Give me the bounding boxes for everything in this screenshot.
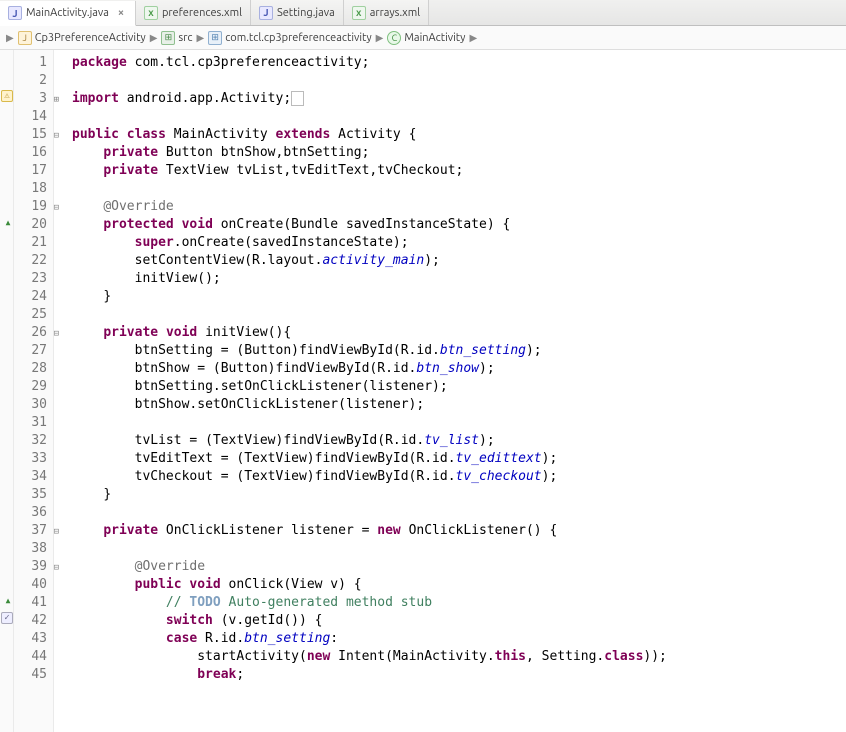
breadcrumb-label: src — [178, 32, 192, 44]
line-number: 28 — [14, 360, 47, 378]
line-number: 44 — [14, 648, 47, 666]
line-number-gutter: 1 2 3 14 15 16 17 18 19 20 21 22 23 24 2… — [14, 50, 54, 732]
line-number: 33 — [14, 450, 47, 468]
line-number: 1 — [14, 54, 47, 72]
override-marker-icon[interactable]: ▲ — [2, 216, 14, 228]
warning-marker-icon[interactable]: ⚠ — [1, 90, 13, 102]
breadcrumb-package[interactable]: ⊞ com.tcl.cp3preferenceactivity — [208, 31, 371, 45]
xml-file-icon: x — [144, 6, 158, 20]
line-number: 34 — [14, 468, 47, 486]
line-number: 32 — [14, 432, 47, 450]
line-number: 17 — [14, 162, 47, 180]
tab-arrays[interactable]: x arrays.xml — [344, 0, 429, 25]
fold-indicator-icon[interactable] — [291, 91, 304, 106]
breadcrumb-src[interactable]: ⊞ src — [161, 31, 192, 45]
chevron-right-icon: ▶ — [196, 32, 204, 44]
java-file-icon: J — [8, 6, 22, 20]
chevron-right-icon: ▶ — [376, 32, 384, 44]
chevron-right-icon: ▶ — [150, 32, 158, 44]
line-number: 36 — [14, 504, 47, 522]
line-number: 35 — [14, 486, 47, 504]
tab-label: arrays.xml — [370, 7, 420, 19]
line-number: 14 — [14, 108, 47, 126]
line-number: 22 — [14, 252, 47, 270]
package-icon: ⊞ — [208, 31, 222, 45]
code-content[interactable]: package com.tcl.cp3preferenceactivity; i… — [54, 50, 846, 732]
tab-preferences[interactable]: x preferences.xml — [136, 0, 251, 25]
line-number[interactable]: 37 — [14, 522, 47, 540]
line-number[interactable]: 39 — [14, 558, 47, 576]
line-number: 21 — [14, 234, 47, 252]
code-editor[interactable]: ⚠ ▲ ▲ ✓ 1 2 3 14 15 16 17 18 19 20 21 22… — [0, 50, 846, 732]
close-icon[interactable]: × — [115, 7, 127, 19]
line-number: 30 — [14, 396, 47, 414]
line-number: 38 — [14, 540, 47, 558]
line-number: 27 — [14, 342, 47, 360]
marker-column: ⚠ ▲ ▲ ✓ — [0, 50, 14, 732]
line-number[interactable]: 19 — [14, 198, 47, 216]
class-icon: C — [387, 31, 401, 45]
chevron-right-icon: ▶ — [6, 32, 14, 44]
line-number[interactable]: 3 — [14, 90, 47, 108]
line-number: 16 — [14, 144, 47, 162]
line-number[interactable]: 26 — [14, 324, 47, 342]
line-number: 45 — [14, 666, 47, 684]
todo-marker-icon[interactable]: ✓ — [1, 612, 13, 624]
tab-mainactivity[interactable]: J MainActivity.java × — [0, 1, 136, 26]
line-number: 23 — [14, 270, 47, 288]
line-number: 40 — [14, 576, 47, 594]
chevron-right-icon: ▶ — [469, 32, 477, 44]
line-number: 18 — [14, 180, 47, 198]
tab-label: MainActivity.java — [26, 7, 109, 19]
breadcrumb-label: Cp3PreferenceActivity — [35, 32, 146, 44]
line-number[interactable]: 15 — [14, 126, 47, 144]
breadcrumb: ▶ J Cp3PreferenceActivity ▶ ⊞ src ▶ ⊞ co… — [0, 26, 846, 50]
tab-label: Setting.java — [277, 7, 335, 19]
tab-setting[interactable]: J Setting.java — [251, 0, 344, 25]
line-number: 41 — [14, 594, 47, 612]
line-number: 43 — [14, 630, 47, 648]
xml-file-icon: x — [352, 6, 366, 20]
editor-tab-bar: J MainActivity.java × x preferences.xml … — [0, 0, 846, 26]
breadcrumb-label: com.tcl.cp3preferenceactivity — [225, 32, 371, 44]
line-number: 20 — [14, 216, 47, 234]
override-marker-icon[interactable]: ▲ — [2, 594, 14, 606]
line-number: 31 — [14, 414, 47, 432]
line-number: 24 — [14, 288, 47, 306]
java-file-icon: J — [259, 6, 273, 20]
line-number: 2 — [14, 72, 47, 90]
breadcrumb-project[interactable]: J Cp3PreferenceActivity — [18, 31, 146, 45]
source-folder-icon: ⊞ — [161, 31, 175, 45]
project-icon: J — [18, 31, 32, 45]
breadcrumb-class[interactable]: C MainActivity — [387, 31, 465, 45]
breadcrumb-label: MainActivity — [404, 32, 465, 44]
line-number: 42 — [14, 612, 47, 630]
tab-label: preferences.xml — [162, 7, 242, 19]
line-number: 29 — [14, 378, 47, 396]
line-number: 25 — [14, 306, 47, 324]
